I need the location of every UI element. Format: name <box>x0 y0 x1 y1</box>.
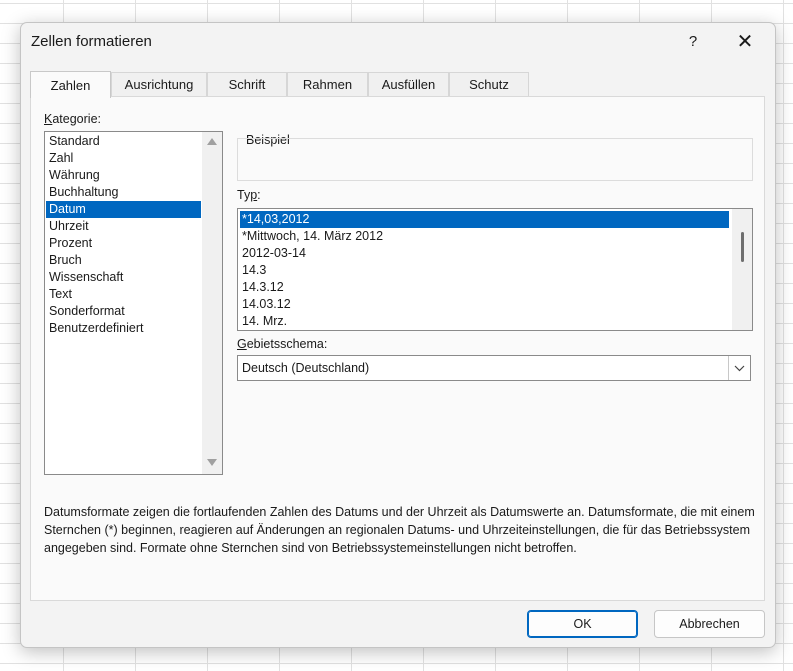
category-label: Kategorie: <box>44 112 101 126</box>
dialog-title: Zellen formatieren <box>31 33 152 50</box>
category-list[interactable]: Standard Zahl Währung Buchhaltung Datum … <box>44 131 223 475</box>
locale-select[interactable]: Deutsch (Deutschland) <box>237 355 751 381</box>
type-item[interactable]: 14.3.12 <box>240 279 729 296</box>
cancel-button[interactable]: Abbrechen <box>654 610 765 638</box>
format-cells-dialog: Zellen formatieren ? ✕ Zahlen Ausrichtun… <box>20 22 776 648</box>
close-icon[interactable]: ✕ <box>731 29 759 53</box>
type-label-post: : <box>257 188 261 202</box>
category-item-wissenschaft[interactable]: Wissenschaft <box>46 269 201 286</box>
tab-ausfuellen[interactable]: Ausfüllen <box>368 72 449 96</box>
category-item-text[interactable]: Text <box>46 286 201 303</box>
type-scrollbar[interactable] <box>732 209 752 330</box>
scroll-thumb[interactable] <box>741 232 744 262</box>
locale-label-text: ebietsschema: <box>246 337 328 351</box>
sample-box <box>237 138 753 181</box>
type-item[interactable]: 2012-03-14 <box>240 245 729 262</box>
category-item-waehrung[interactable]: Währung <box>46 167 201 184</box>
type-item[interactable]: 14.3 <box>240 262 729 279</box>
category-scrollbar[interactable] <box>202 132 222 474</box>
zahlen-panel: Kategorie: Standard Zahl Währung Buchhal… <box>30 96 765 601</box>
format-description: Datumsformate zeigen die fortlaufenden Z… <box>44 505 755 555</box>
type-list[interactable]: *14,03,2012 *Mittwoch, 14. März 2012 201… <box>237 208 753 331</box>
category-item-buchhaltung[interactable]: Buchhaltung <box>46 184 201 201</box>
category-item-bruch[interactable]: Bruch <box>46 252 201 269</box>
locale-label: Gebietsschema: <box>237 337 327 351</box>
category-item-uhrzeit[interactable]: Uhrzeit <box>46 218 201 235</box>
type-label: Typ: <box>237 188 261 202</box>
type-label-pre: Ty <box>237 188 251 202</box>
chevron-down-icon[interactable] <box>728 356 750 380</box>
scroll-up-icon[interactable] <box>207 138 217 145</box>
category-item-benutzerdefiniert[interactable]: Benutzerdefiniert <box>46 320 201 337</box>
category-item-standard[interactable]: Standard <box>46 133 201 150</box>
category-label-text: ategorie: <box>52 112 101 126</box>
type-item[interactable]: *14,03,2012 <box>240 211 729 228</box>
type-item[interactable]: 14. Mrz. <box>240 313 729 330</box>
locale-value: Deutsch (Deutschland) <box>242 361 370 375</box>
category-item-sonderformat[interactable]: Sonderformat <box>46 303 201 320</box>
category-item-datum[interactable]: Datum <box>46 201 201 218</box>
scroll-down-icon[interactable] <box>207 459 217 466</box>
tab-rahmen[interactable]: Rahmen <box>287 72 368 96</box>
help-button[interactable]: ? <box>681 29 705 53</box>
locale-label-accesskey: G <box>237 337 247 351</box>
tab-ausrichtung[interactable]: Ausrichtung <box>111 72 207 96</box>
category-item-zahl[interactable]: Zahl <box>46 150 201 167</box>
tab-schutz[interactable]: Schutz <box>449 72 529 96</box>
tab-zahlen[interactable]: Zahlen <box>30 71 111 98</box>
category-item-prozent[interactable]: Prozent <box>46 235 201 252</box>
type-item[interactable]: 14.03.12 <box>240 296 729 313</box>
type-item[interactable]: *Mittwoch, 14. März 2012 <box>240 228 729 245</box>
tab-schrift[interactable]: Schrift <box>207 72 287 96</box>
ok-button[interactable]: OK <box>527 610 638 638</box>
